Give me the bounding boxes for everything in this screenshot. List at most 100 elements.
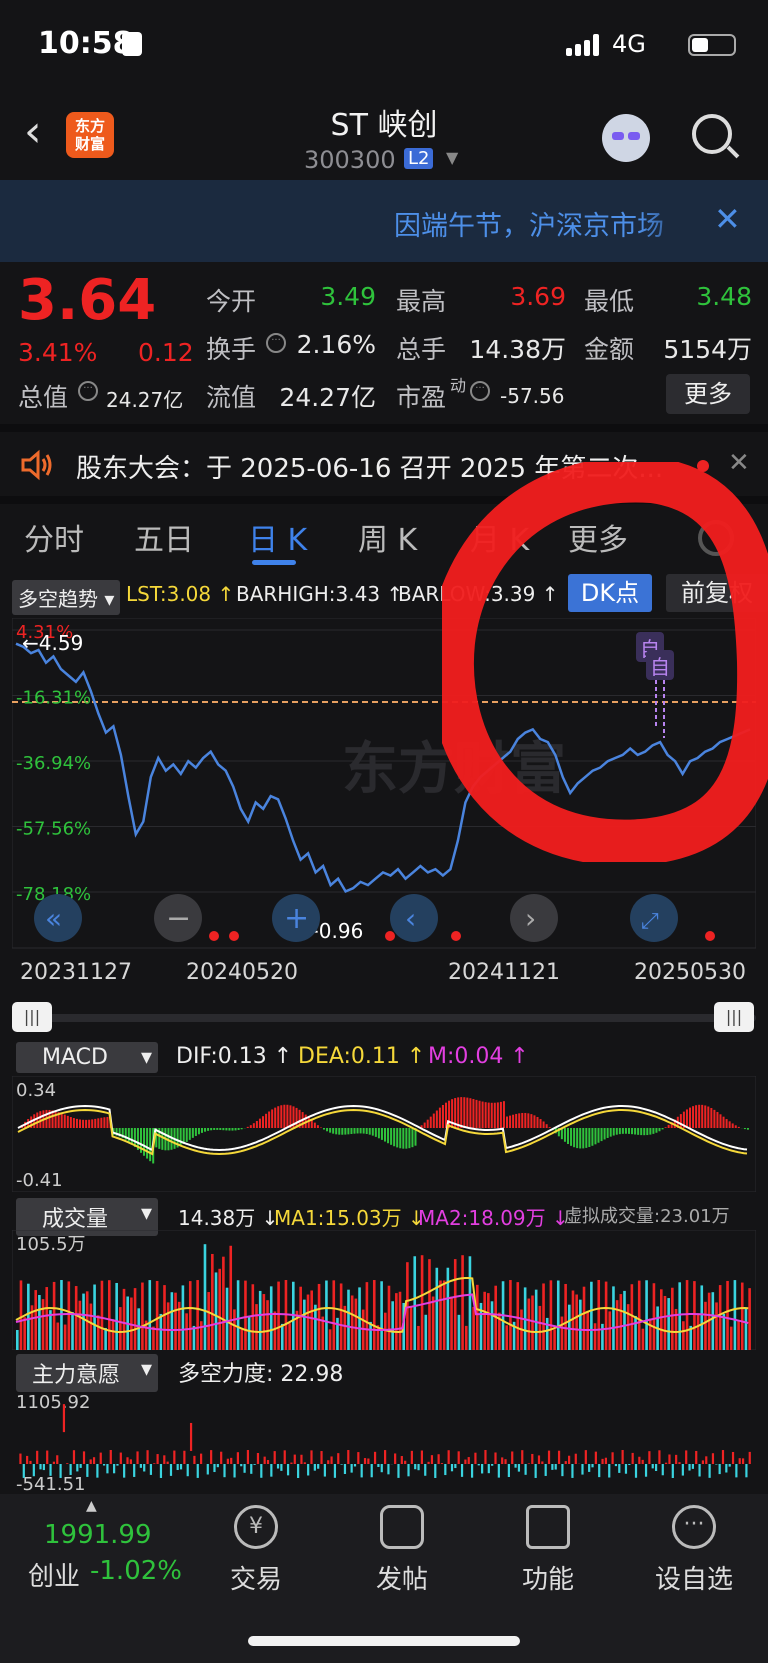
volume-bar	[262, 1294, 266, 1350]
trade-button[interactable]: ¥ 交易	[196, 1505, 316, 1596]
macd-bar	[341, 1128, 344, 1135]
macd-selector[interactable]: MACD ▾	[16, 1042, 158, 1073]
mktcap-info-icon[interactable]: ···	[78, 381, 98, 401]
macd-bar	[457, 1097, 460, 1128]
tab-intraday[interactable]: 分时	[24, 515, 84, 559]
macd-bar	[323, 1128, 325, 1130]
range-slider-right-handle[interactable]: |||	[714, 1002, 754, 1032]
power-bar	[735, 1464, 738, 1478]
power-selector[interactable]: 主力意愿 ▾	[16, 1354, 158, 1392]
power-bar	[66, 1463, 69, 1464]
tab-five-day[interactable]: 五日	[134, 515, 194, 559]
volume-bar	[601, 1323, 604, 1350]
power-bar	[273, 1451, 276, 1464]
range-slider-left-handle[interactable]: |||	[12, 1002, 52, 1032]
robot-assistant-icon[interactable]	[602, 114, 650, 162]
volume-bar	[27, 1283, 30, 1350]
post-button[interactable]: 发帖	[342, 1505, 462, 1596]
power-bar	[544, 1464, 547, 1476]
power-chart[interactable]: 1105.92 -541.51	[12, 1388, 756, 1492]
macd-bar	[368, 1128, 371, 1135]
power-bar	[715, 1464, 718, 1465]
power-bar	[69, 1464, 72, 1475]
index-name[interactable]: 创业	[28, 1556, 80, 1593]
range-slider-track[interactable]	[12, 1014, 756, 1022]
volume-bar	[152, 1326, 155, 1350]
add-watchlist-button[interactable]: ··· 设自选	[634, 1505, 754, 1596]
macd-bar	[689, 1107, 691, 1128]
volume-bar	[347, 1289, 350, 1350]
power-bar	[353, 1464, 357, 1467]
volume-bar	[648, 1318, 652, 1350]
pe-label: 市盈	[396, 383, 447, 412]
power-bar	[638, 1456, 641, 1464]
volume-chart[interactable]: 105.5万	[12, 1230, 756, 1350]
volume-bar	[100, 1280, 104, 1350]
volume-bar	[155, 1280, 159, 1350]
pe-info-icon[interactable]: ···	[470, 381, 490, 401]
power-bar	[601, 1458, 604, 1464]
power-bar	[99, 1452, 102, 1464]
stock-code[interactable]: 300300	[304, 146, 396, 174]
macd-bar	[496, 1102, 499, 1128]
power-bar	[183, 1450, 186, 1464]
functions-button[interactable]: 功能	[488, 1505, 608, 1596]
volume-virtual: 虚拟成交量:23.01万	[564, 1206, 730, 1227]
power-bar	[42, 1464, 45, 1471]
volume-bar	[71, 1312, 74, 1350]
macd-bar	[710, 1108, 713, 1128]
macd-bar	[399, 1128, 402, 1149]
macd-bar	[570, 1128, 573, 1146]
macd-bar	[179, 1128, 182, 1146]
index-change[interactable]: -1.02%	[90, 1556, 182, 1586]
main-indicator-selector[interactable]: 多空趋势 ▾	[12, 580, 121, 615]
power-bar	[501, 1457, 504, 1464]
volume-bar	[560, 1316, 564, 1350]
power-bar	[621, 1450, 624, 1464]
power-bar	[581, 1464, 584, 1475]
macd-bar	[731, 1123, 734, 1128]
macd-bar	[222, 1128, 225, 1131]
mktcap-label: 总值	[18, 383, 69, 412]
search-icon[interactable]	[692, 114, 732, 154]
volume-bar	[715, 1302, 718, 1350]
y-tick-label: -541.51	[16, 1474, 85, 1492]
turnover-info-icon[interactable]: ···	[266, 333, 286, 353]
power-bar	[708, 1464, 711, 1478]
tab-weekly-k[interactable]: 周 K	[358, 515, 417, 559]
power-bar	[36, 1450, 39, 1464]
power-bar	[424, 1464, 427, 1476]
power-bar	[524, 1464, 527, 1475]
macd-bar	[274, 1107, 277, 1128]
power-bar	[568, 1455, 571, 1464]
macd-bar	[63, 1114, 66, 1128]
macd-bar	[719, 1114, 722, 1128]
volume-bar	[593, 1323, 597, 1350]
volume-bar	[704, 1301, 707, 1350]
power-bar	[59, 1464, 62, 1478]
volume-bar	[527, 1298, 531, 1350]
volume-bar	[200, 1321, 203, 1350]
power-bar	[427, 1461, 430, 1464]
holiday-notice-text[interactable]: 因端午节，沪深京市场	[394, 204, 664, 243]
power-bar	[681, 1464, 684, 1476]
expand-icon: ⤢	[641, 909, 659, 934]
close-notice-icon[interactable]: ✕	[714, 200, 741, 238]
index-caret-icon: ▲	[86, 1498, 97, 1514]
power-bar	[434, 1464, 437, 1478]
macd-bar	[374, 1128, 377, 1137]
tab-daily-k[interactable]: 日 K	[248, 515, 307, 559]
volume-bar	[740, 1282, 744, 1350]
level-badge[interactable]: L2	[404, 148, 434, 169]
stock-switch-caret-icon[interactable]: ▼	[446, 148, 458, 167]
more-quote-button[interactable]: 更多	[666, 374, 750, 414]
macd-chart[interactable]: 0.34 -0.41	[12, 1076, 756, 1192]
volume-bar	[545, 1317, 549, 1350]
plus-icon: +	[284, 901, 309, 936]
power-bar	[614, 1464, 618, 1467]
power-bar	[661, 1464, 664, 1476]
power-bar	[491, 1464, 494, 1466]
volume-bar	[269, 1286, 273, 1350]
macd-bar	[72, 1118, 75, 1128]
index-value[interactable]: 1991.99	[44, 1520, 152, 1550]
